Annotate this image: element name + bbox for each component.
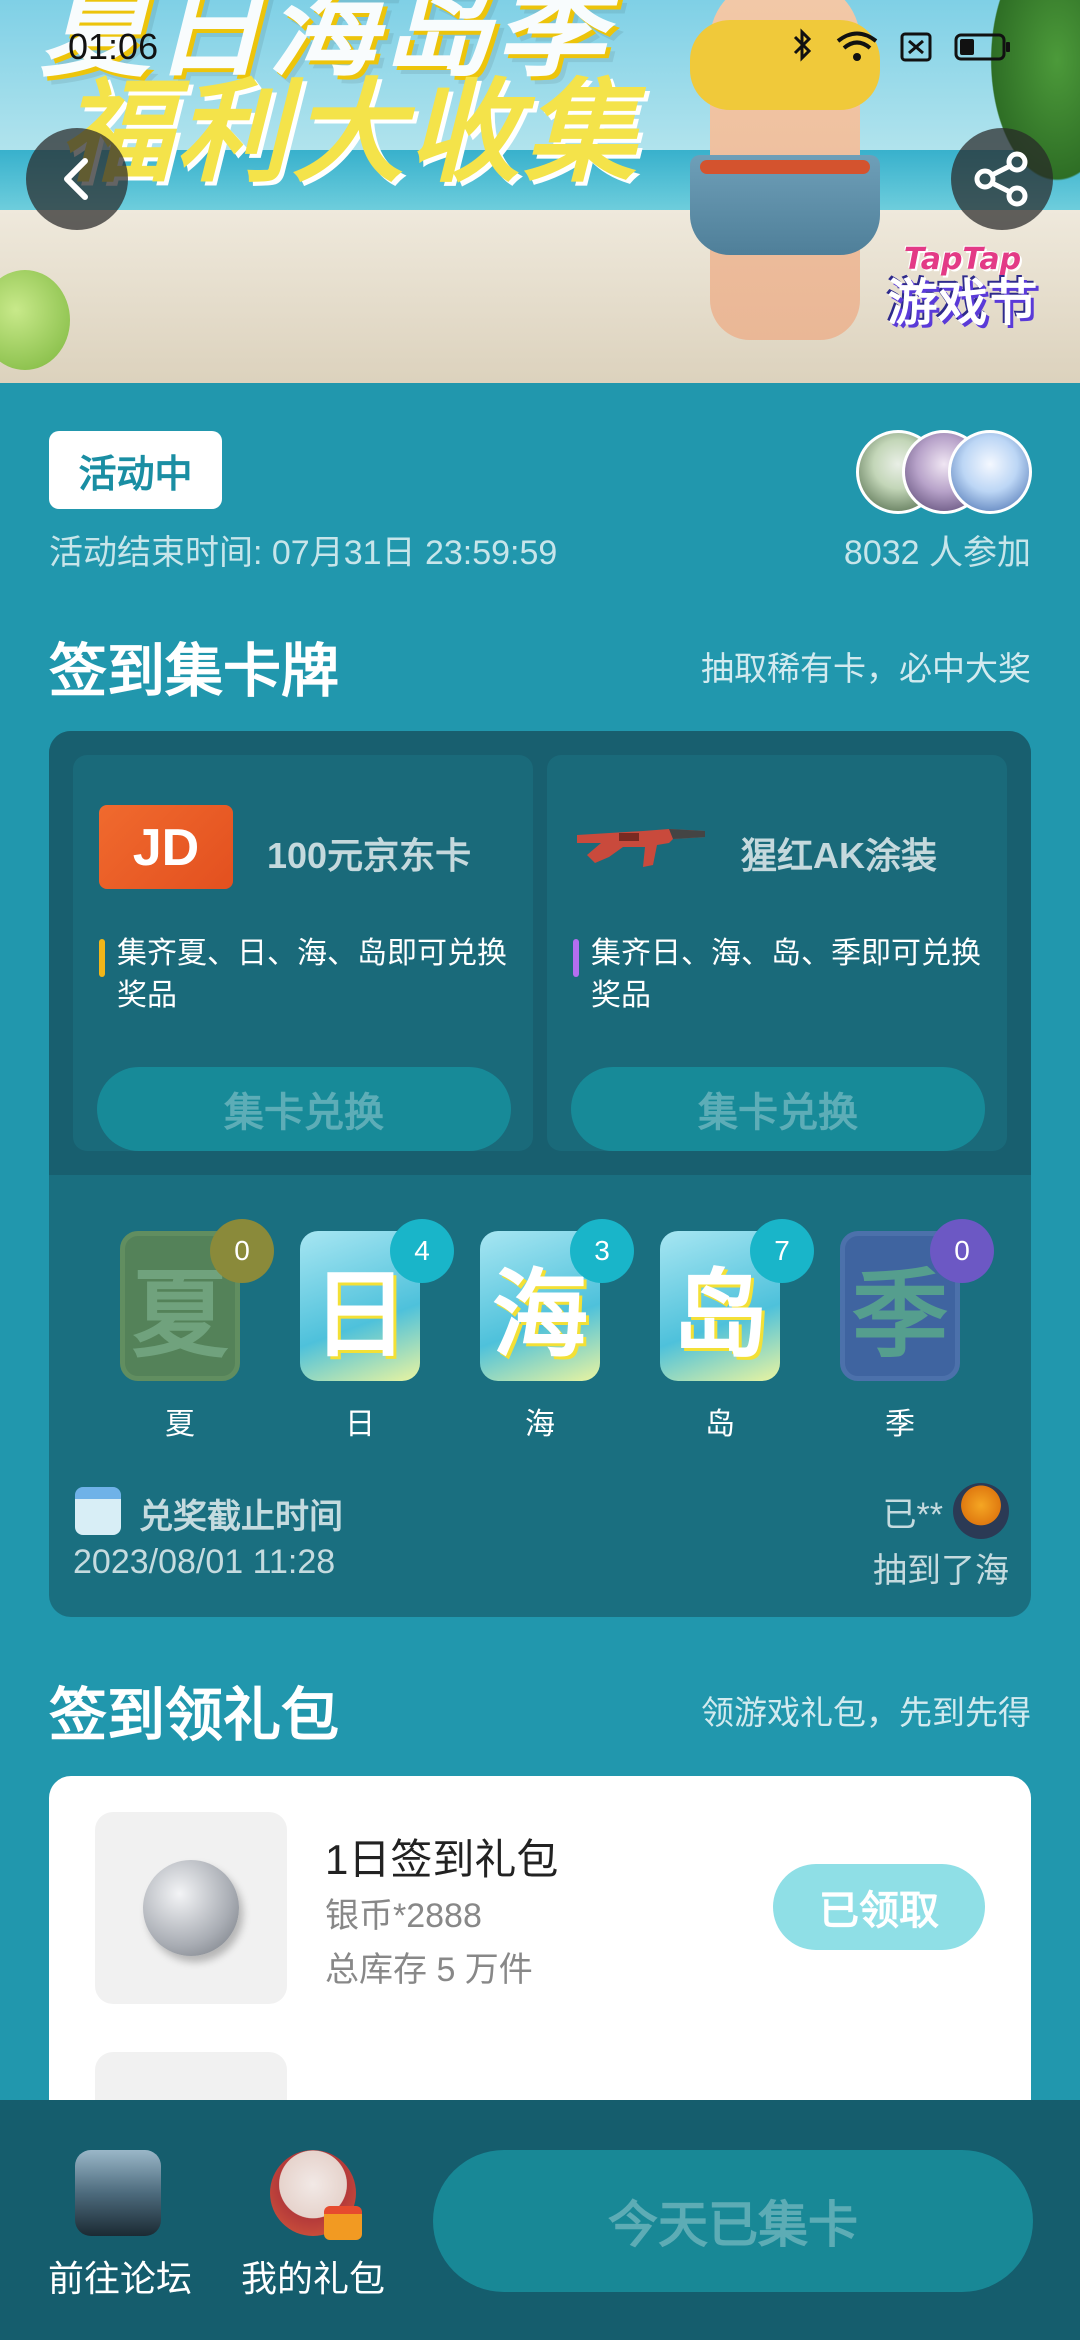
wifi-icon [836, 29, 878, 71]
winner-result: 抽到了海 [873, 1552, 1009, 1590]
prize-card-ak: 猩红AK涂装 集齐日、海、岛、季即可兑换奖品 集卡兑换 [547, 755, 1007, 1151]
card-ji[interactable]: 季 0 季 [840, 1219, 994, 1441]
forum-icon [75, 2150, 161, 2236]
prize-card-jd: JD 100元京东卡 集齐夏、日、海、岛即可兑换奖品 集卡兑换 [73, 755, 533, 1151]
jd-card-icon: JD [99, 805, 233, 889]
collect-section-title: 签到集卡牌 [49, 637, 340, 705]
avatar [948, 430, 1032, 514]
activity-status-badge: 活动中 [49, 431, 222, 509]
gift-section-subtitle: 领游戏礼包，先到先得 [701, 1694, 1031, 1731]
sim-card-icon [900, 29, 932, 71]
activity-end-time: 活动结束时间: 07月31日 23:59:59 [49, 534, 558, 572]
collect-today-button[interactable]: 今天已集卡 [433, 2150, 1033, 2292]
prize-area: JD 100元京东卡 集齐夏、日、海、岛即可兑换奖品 集卡兑换 猩红AK涂装 集… [49, 731, 1031, 1175]
exchange-button-ak[interactable]: 集卡兑换 [571, 1067, 985, 1151]
card-label: 夏 [165, 1408, 195, 1441]
participant-avatars[interactable] [856, 430, 1036, 514]
card-count-badge: 0 [930, 1219, 994, 1283]
card-count-badge: 7 [750, 1219, 814, 1283]
collect-section-subtitle: 抽取稀有卡，必中大奖 [701, 650, 1031, 687]
my-gifts-label: 我的礼包 [240, 2258, 385, 2299]
status-time: 01:06 [68, 26, 159, 67]
card-dao[interactable]: 岛 7 岛 [660, 1219, 814, 1441]
share-button[interactable] [951, 128, 1053, 230]
battery-icon [954, 29, 1012, 71]
my-gifts-icon [270, 2150, 362, 2240]
card-label: 岛 [705, 1408, 735, 1441]
card-count-badge: 3 [570, 1219, 634, 1283]
calendar-icon [75, 1487, 121, 1535]
taptap-festival-logo: TapTap 游戏节 [887, 242, 1038, 332]
deadline-value: 2023/08/01 11:28 [73, 1543, 336, 1581]
status-bar: 01:06 [0, 0, 1080, 90]
share-icon [974, 151, 1028, 207]
card-xia[interactable]: 夏 0 夏 [120, 1219, 274, 1441]
card-collection-row: 夏 0 夏 日 4 日 海 3 海 岛 7 岛 季 0 季 [49, 1219, 1031, 1441]
back-arrow-icon [64, 158, 88, 200]
prize-name: 100元京东卡 [267, 835, 472, 876]
card-collect-panel: JD 100元京东卡 集齐夏、日、海、岛即可兑换奖品 集卡兑换 猩红AK涂装 集… [49, 731, 1031, 1617]
card-hai[interactable]: 海 3 海 [480, 1219, 634, 1441]
my-gifts-tab[interactable]: 我的礼包 [238, 2150, 388, 2302]
gift-box-icon [324, 2206, 362, 2240]
winner-name: 已** [882, 1496, 943, 1534]
list-item [49, 1776, 1031, 2244]
prize-name: 猩红AK涂装 [741, 835, 937, 876]
card-count-badge: 4 [390, 1219, 454, 1283]
back-button[interactable] [26, 128, 128, 230]
card-ri[interactable]: 日 4 日 [300, 1219, 454, 1441]
deadline-label: 兑奖截止时间 [139, 1498, 343, 1536]
winner-avatar [953, 1483, 1009, 1539]
ak-rifle-icon [573, 813, 707, 897]
card-label: 海 [525, 1408, 555, 1441]
card-label: 日 [345, 1408, 375, 1441]
card-count-badge: 0 [210, 1219, 274, 1283]
card-label: 季 [885, 1408, 915, 1441]
svg-text:JD: JD [133, 819, 199, 877]
exchange-button-jd[interactable]: 集卡兑换 [97, 1067, 511, 1151]
forum-tab[interactable]: 前往论坛 [48, 2150, 193, 2302]
gift-section-title: 签到领礼包 [49, 1681, 340, 1749]
prize-description: 集齐日、海、岛、季即可兑换奖品 [573, 933, 993, 1017]
bluetooth-icon [792, 28, 814, 71]
prize-description: 集齐夏、日、海、岛即可兑换奖品 [99, 933, 519, 1017]
forum-label: 前往论坛 [48, 2258, 193, 2299]
participant-count: 8032 人参加 [843, 534, 1031, 572]
